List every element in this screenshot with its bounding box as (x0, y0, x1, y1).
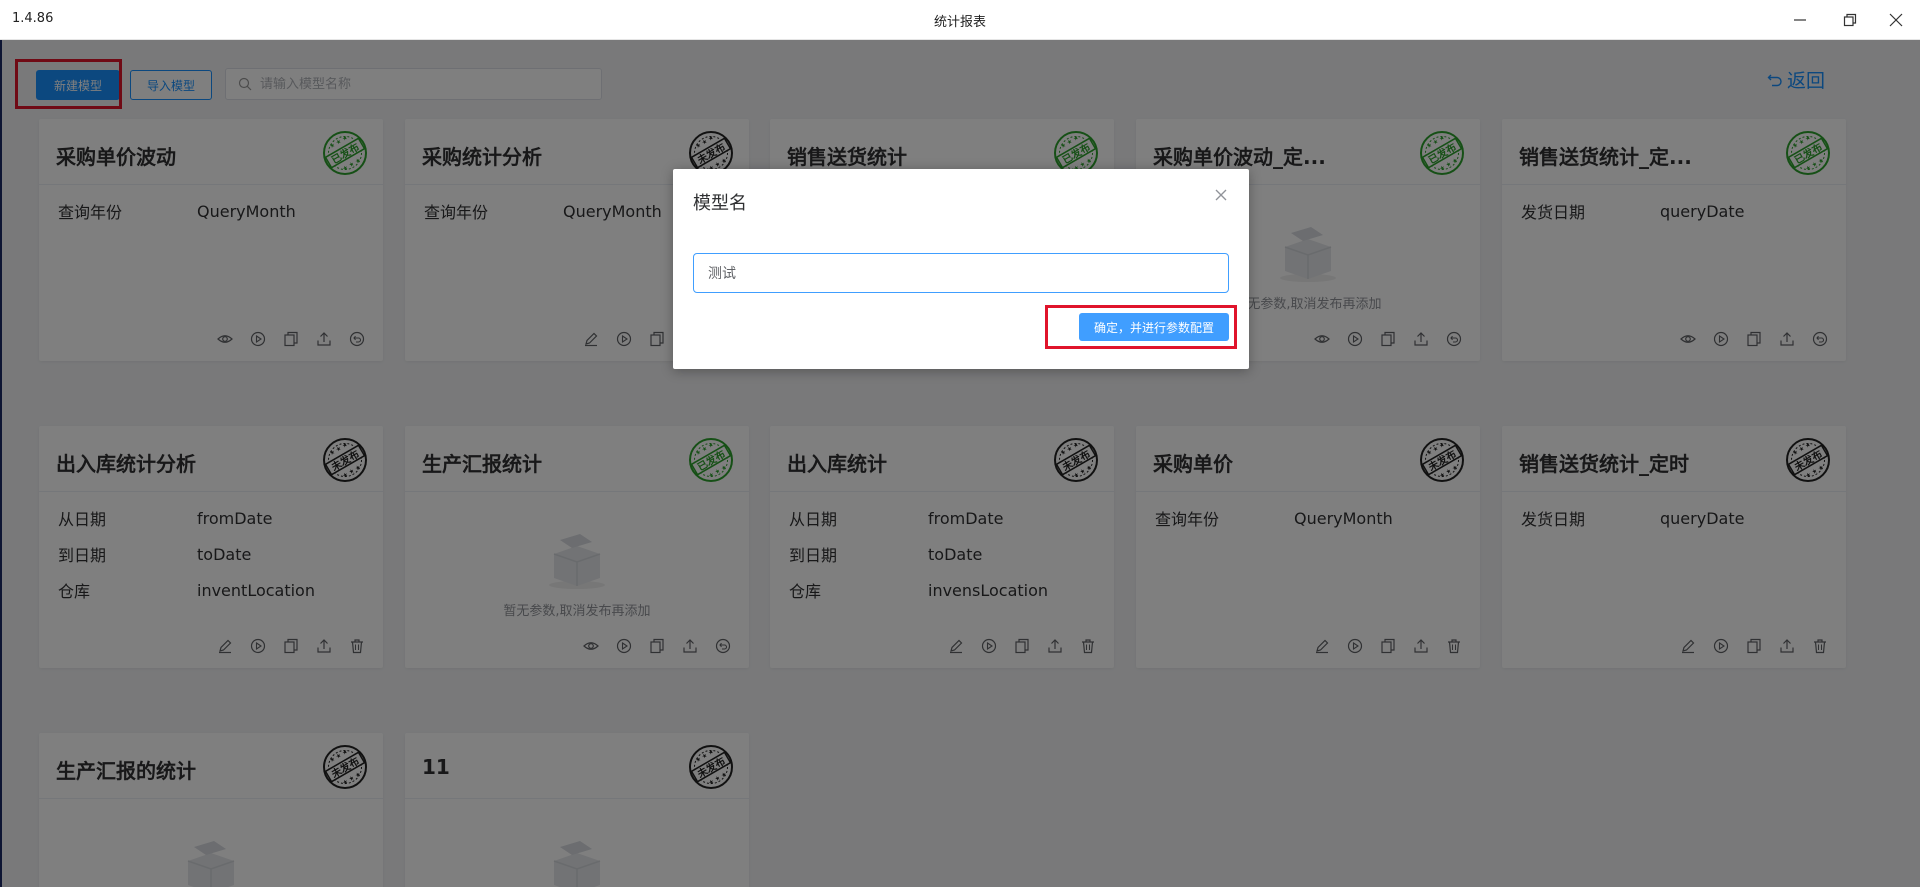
close-icon (1889, 13, 1903, 27)
restore-button[interactable] (1830, 6, 1870, 34)
modal-overlay (0, 40, 1920, 887)
model-name-dialog: 模型名 确定，并进行参数配置 (673, 169, 1249, 369)
minimize-icon (1794, 19, 1806, 21)
window-titlebar: 1.4.86 统计报表 (0, 0, 1920, 40)
close-icon[interactable] (1213, 187, 1229, 203)
dialog-title: 模型名 (693, 193, 747, 214)
confirm-config-button[interactable]: 确定，并进行参数配置 (1079, 313, 1229, 341)
close-window-button[interactable] (1876, 6, 1916, 34)
minimize-button[interactable] (1780, 6, 1820, 34)
window-title: 统计报表 (933, 15, 986, 30)
restore-icon (1843, 13, 1857, 27)
model-name-input[interactable] (693, 253, 1229, 293)
